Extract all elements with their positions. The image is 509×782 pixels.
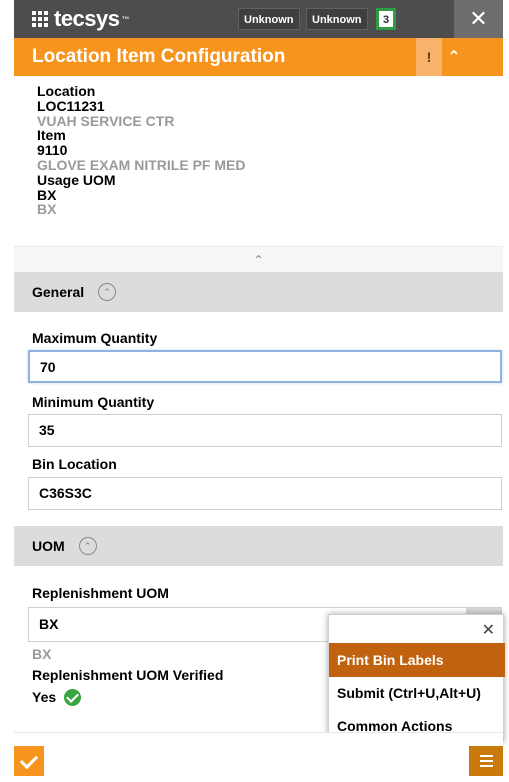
uom-verified-value: Yes [32,688,82,707]
check-circle-icon [64,688,82,706]
app-frame: tecsys ™ Unknown Unknown 3 ✕ Location It… [0,0,509,782]
bin-location-input[interactable]: C36S3C [28,477,502,510]
alert-icon: ! [426,49,432,65]
min-quantity-label: Minimum Quantity [32,394,155,410]
chevron-up-circle-icon[interactable]: ⌃ [78,537,97,555]
close-window-button[interactable]: ✕ [454,0,503,38]
menu-item-submit[interactable]: Submit (Ctrl+U,Alt+U) [329,676,505,710]
alert-button[interactable]: ! [416,38,442,76]
location-label: Location [37,83,96,99]
max-quantity-label: Maximum Quantity [32,330,158,346]
collapse-summary-button[interactable]: ⌃ [14,246,503,272]
item-code: 9110 [37,142,68,159]
confirm-button[interactable] [14,746,44,776]
location-code: LOC11231 [37,97,105,114]
left-edge [0,0,14,782]
usage-uom-label: Usage UOM [37,171,116,188]
replenishment-uom-label: Replenishment UOM [32,585,169,601]
usage-uom-code: BX [37,186,57,203]
chevron-up-circle-icon[interactable]: ⌃ [98,283,117,301]
collapse-header-button[interactable]: ⌃ [444,38,464,76]
uom-section-header[interactable]: UOM ⌃ [14,526,503,566]
user-chip[interactable]: Unknown [238,8,300,30]
chevron-up-icon: ⌃ [447,49,461,66]
brand-logo: tecsys ™ [14,0,234,38]
app-grid-icon[interactable] [32,11,48,27]
uom-verified-text: Yes [32,689,57,705]
notification-counter[interactable]: 3 [376,8,396,30]
site-chip[interactable]: Unknown [306,8,368,30]
replenishment-uom-description: BX [32,646,52,662]
location-name: VUAH SERVICE CTR [37,112,175,129]
hamburger-menu-button[interactable] [469,746,503,776]
brand-name: tecsys [54,6,120,31]
chevron-up-icon: ⌃ [253,253,264,267]
close-menu-icon[interactable]: ✕ [482,620,495,640]
bottom-toolbar [14,732,503,782]
actions-menu: ✕ Print Bin Labels Submit (Ctrl+U,Alt+U)… [328,614,505,742]
top-header: tecsys ™ Unknown Unknown 3 ✕ [14,0,503,38]
max-quantity-input[interactable]: 70 [28,350,502,383]
uom-verified-label: Replenishment UOM Verified [32,667,224,683]
min-quantity-input[interactable]: 35 [28,414,502,447]
page-title: Location Item Configuration [32,46,286,67]
title-bar: Location Item Configuration ! ⌃ [14,38,503,76]
close-icon: ✕ [469,6,488,31]
replenishment-uom-value: BX [39,616,59,632]
item-label: Item [37,127,66,144]
brand-trademark: ™ [121,14,130,24]
usage-uom-name: BX [37,201,57,218]
general-section-header[interactable]: General ⌃ [14,272,503,312]
menu-item-print-bin-labels[interactable]: Print Bin Labels [329,643,505,677]
item-name: GLOVE EXAM NITRILE PF MED [37,156,246,173]
record-summary: Location LOC11231 VUAH SERVICE CTR Item … [14,76,503,246]
general-section-title: General [32,284,85,300]
bin-location-label: Bin Location [32,456,117,472]
uom-section-title: UOM [32,538,65,554]
